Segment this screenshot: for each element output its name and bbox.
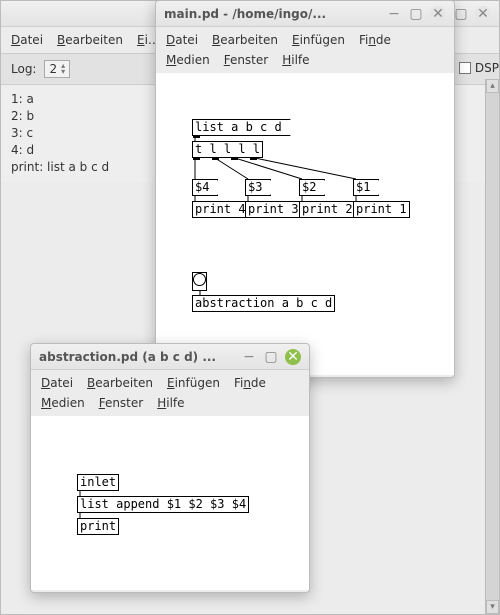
menu-datei[interactable]: Datei — [166, 33, 198, 47]
menu-hilfe[interactable]: Hilfe — [282, 53, 309, 67]
maximize-icon[interactable]: ▢ — [263, 349, 279, 365]
outlet — [193, 135, 200, 138]
msg-d3[interactable]: $3 — [245, 179, 271, 196]
abs-canvas[interactable]: inlet list append $1 $2 $3 $4 print — [31, 416, 309, 590]
obj-print[interactable]: print — [77, 518, 119, 535]
obj-print3[interactable]: print 3 — [245, 201, 302, 218]
close-icon[interactable]: ✕ — [475, 6, 491, 22]
msg-d2[interactable]: $2 — [299, 179, 325, 196]
outlet — [193, 157, 200, 160]
dsp-checkbox[interactable] — [459, 62, 471, 74]
maximize-icon[interactable]: ▢ — [408, 6, 424, 22]
obj-inlet[interactable]: inlet — [77, 474, 119, 491]
obj-abstraction[interactable]: abstraction a b c d — [192, 295, 335, 312]
menu-einfuegen[interactable]: Einfügen — [292, 33, 345, 47]
menu-einfuegen[interactable]: Einfügen — [167, 376, 220, 390]
log-label: Log: — [11, 62, 36, 76]
msg-d1[interactable]: $1 — [353, 179, 379, 196]
abs-titlebar[interactable]: abstraction.pd (a b c d) ... − ▢ ✕ — [31, 344, 309, 370]
dsp-toggle[interactable]: DSP — [459, 57, 499, 79]
log-value: 2 — [49, 62, 57, 76]
obj-list-append[interactable]: list append $1 $2 $3 $4 — [77, 496, 249, 513]
abs-menubar-2: Medien Fenster Hilfe — [31, 396, 309, 416]
menu-datei[interactable]: Datei — [11, 33, 43, 47]
main-canvas[interactable]: list a b c d t l l l l $4 $3 $2 $1 print… — [156, 73, 454, 375]
maximize-icon[interactable]: ▢ — [453, 6, 469, 22]
obj-trigger[interactable]: t l l l l — [192, 141, 263, 158]
close-icon[interactable]: ✕ — [285, 349, 301, 365]
main-menubar-1: Datei Bearbeiten Einfügen Finde — [156, 27, 454, 53]
scroll-down-icon[interactable]: ▾ — [486, 600, 499, 614]
abs-title: abstraction.pd (a b c d) ... — [39, 350, 235, 364]
menu-datei[interactable]: Datei — [41, 376, 73, 390]
abs-menubar-1: Datei Bearbeiten Einfügen Finde — [31, 370, 309, 396]
menu-bearbeiten[interactable]: Bearbeiten — [212, 33, 278, 47]
main-titlebar[interactable]: main.pd - /home/ingo/... − ▢ ✕ — [156, 1, 454, 27]
scroll-up-icon[interactable]: ▴ — [486, 79, 499, 93]
console-scrollbar[interactable]: ▴ ▾ — [485, 79, 499, 614]
menu-fenster[interactable]: Fenster — [99, 396, 144, 410]
menu-fenster[interactable]: Fenster — [224, 53, 269, 67]
main-title: main.pd - /home/ingo/... — [164, 7, 380, 21]
obj-bang[interactable] — [192, 272, 207, 291]
menu-bearbeiten[interactable]: Bearbeiten — [57, 33, 123, 47]
msg-list[interactable]: list a b c d — [192, 119, 291, 136]
minimize-icon[interactable]: − — [386, 6, 402, 22]
outlet — [250, 157, 257, 160]
outlet — [231, 157, 238, 160]
obj-print2[interactable]: print 2 — [299, 201, 356, 218]
menu-finde[interactable]: Finde — [359, 33, 391, 47]
menu-medien[interactable]: Medien — [166, 53, 210, 67]
log-spinner[interactable]: 2 ▴▾ — [44, 60, 70, 78]
menu-medien[interactable]: Medien — [41, 396, 85, 410]
spinner-buttons[interactable]: ▴▾ — [61, 63, 65, 75]
minimize-icon[interactable]: − — [241, 349, 257, 365]
msg-d4[interactable]: $4 — [192, 179, 218, 196]
close-icon[interactable]: ✕ — [430, 6, 446, 22]
main-menubar-2: Medien Fenster Hilfe — [156, 53, 454, 73]
bang-icon — [193, 273, 206, 286]
main-patch-window: main.pd - /home/ingo/... − ▢ ✕ Datei Bea… — [155, 0, 455, 378]
menu-bearbeiten[interactable]: Bearbeiten — [87, 376, 153, 390]
outlet — [212, 157, 219, 160]
wire-layer — [156, 73, 454, 375]
obj-print4[interactable]: print 4 — [192, 201, 249, 218]
menu-finde[interactable]: Finde — [234, 376, 266, 390]
abstraction-window: abstraction.pd (a b c d) ... − ▢ ✕ Datei… — [30, 343, 310, 593]
dsp-label: DSP — [475, 61, 499, 75]
obj-print1[interactable]: print 1 — [353, 201, 410, 218]
menu-hilfe[interactable]: Hilfe — [157, 396, 184, 410]
